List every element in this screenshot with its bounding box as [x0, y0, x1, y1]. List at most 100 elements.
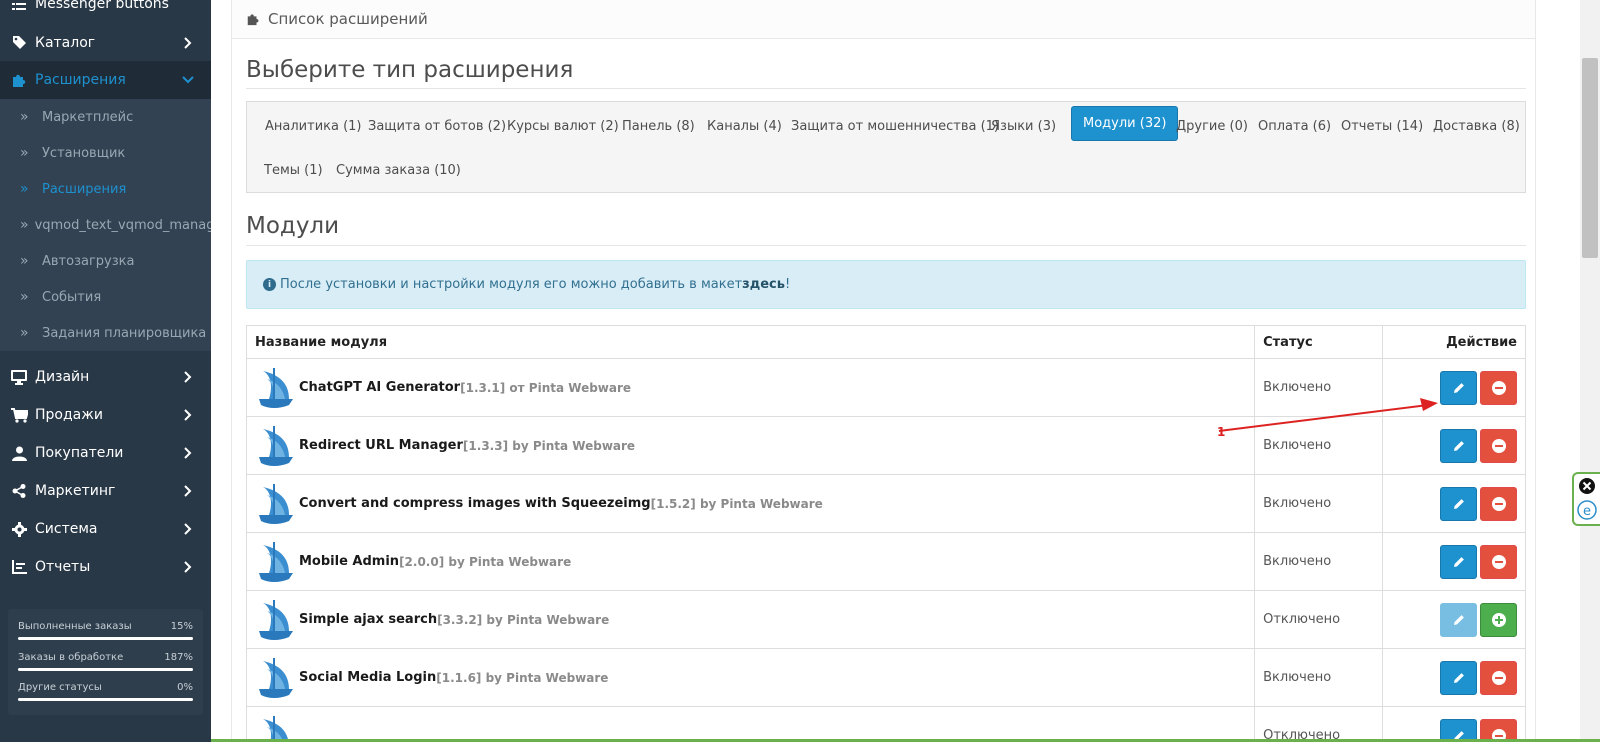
stat-progress-bar	[18, 668, 193, 671]
module-status-cell: Включено	[1254, 532, 1384, 591]
close-circle-icon[interactable]: e	[1574, 474, 1598, 524]
sidebar-subitem-events[interactable]: » События	[0, 279, 211, 315]
tag-icon	[10, 34, 28, 52]
module-version-author: [3.3.2] by Pinta Webware	[437, 612, 610, 627]
module-title: ChatGPT AI Generator	[299, 380, 461, 395]
module-title: Convert and compress images with Squeeze…	[299, 496, 651, 511]
sidebar-subitem-installer[interactable]: » Установщик	[0, 135, 211, 171]
sidebar-item-customers[interactable]: Покупатели	[0, 434, 211, 472]
module-actions-cell	[1382, 706, 1526, 742]
minus-circle-icon	[1491, 670, 1506, 685]
tab-themes[interactable]: Темы (1)	[253, 153, 334, 188]
alert-text: После установки и настройки модуля его м…	[280, 277, 743, 292]
layout-link[interactable]: здесь	[742, 277, 785, 292]
sidebar-item-marketing[interactable]: Маркетинг	[0, 472, 211, 510]
edit-button[interactable]	[1440, 544, 1477, 579]
annotation-arrow	[1218, 398, 1438, 432]
tab-order-total[interactable]: Сумма заказа (10)	[325, 153, 472, 188]
chevron-right-icon	[181, 560, 195, 574]
stat-label: Другие статусы	[18, 682, 102, 693]
table-row: Simple ajax search [3.3.2] by Pinta Webw…	[245, 590, 1526, 649]
tab-payment[interactable]: Оплата (6)	[1247, 109, 1342, 144]
sidebar-subitem-scheduler[interactable]: » Задания планировщика	[0, 315, 211, 351]
tab-feeds[interactable]: Каналы (4)	[696, 109, 793, 144]
tab-currency[interactable]: Курсы валют (2)	[496, 109, 630, 144]
chevron-right-icon	[181, 370, 195, 384]
edit-button[interactable]	[1440, 602, 1477, 637]
plus-circle-icon	[1491, 612, 1506, 627]
col-header-status[interactable]: Статус	[1254, 325, 1384, 359]
module-title: Social Media Login	[299, 670, 437, 685]
divider	[246, 245, 1526, 246]
tab-other[interactable]: Другие (0)	[1165, 109, 1259, 144]
sidebar-subitem-autoload[interactable]: » Автозагрузка	[0, 243, 211, 279]
order-stats-panel: Выполненные заказы 15% Заказы в обработк…	[8, 609, 203, 715]
sidebar-item-label: Отчеты	[35, 559, 91, 575]
sidebar-item-messenger-buttons[interactable]: Messenger buttons	[0, 0, 211, 14]
module-status-cell: Включено	[1254, 474, 1384, 533]
tab-shipping[interactable]: Доставка (8)	[1422, 109, 1531, 144]
scrollbar-thumb[interactable]	[1582, 58, 1598, 258]
module-title: Redirect URL Manager	[299, 438, 463, 453]
minus-circle-icon	[1491, 496, 1506, 511]
col-header-name[interactable]: Название модуля	[245, 325, 1256, 359]
edit-button[interactable]	[1440, 486, 1477, 521]
tab-dashboard[interactable]: Панель (8)	[611, 109, 706, 144]
sidebar-item-label: Маркетинг	[35, 483, 116, 499]
module-actions-cell	[1382, 474, 1526, 533]
module-status: Отключено	[1263, 612, 1341, 627]
uninstall-button[interactable]	[1480, 428, 1517, 463]
minus-circle-icon	[1491, 380, 1506, 395]
uninstall-button[interactable]	[1480, 544, 1517, 579]
stat-progress-bar	[18, 698, 193, 701]
tab-languages[interactable]: Языки (3)	[980, 109, 1067, 144]
sidebar-item-label: Расширения	[35, 72, 126, 88]
module-name: Mobile Admin [2.0.0] by Pinta Webware	[255, 539, 1246, 585]
module-logo-icon	[259, 367, 293, 408]
module-logo-icon	[263, 715, 289, 742]
sidebar-item-label: Система	[35, 521, 98, 537]
sidebar-item-reports[interactable]: Отчеты	[0, 548, 211, 586]
double-chevron-icon: »	[20, 181, 29, 197]
tab-captcha[interactable]: Защита от ботов (2)	[357, 109, 517, 144]
module-title: Simple ajax search	[299, 612, 438, 627]
module-name-cell: Mobile Admin [2.0.0] by Pinta Webware	[245, 532, 1256, 591]
action-buttons	[1391, 602, 1517, 637]
desktop-icon	[10, 368, 28, 386]
bar-chart-icon	[10, 558, 28, 576]
double-chevron-icon: »	[20, 253, 29, 269]
edit-button[interactable]	[1440, 660, 1477, 695]
stat-progress-bar	[18, 637, 193, 640]
tab-modules[interactable]: Модули (32)	[1071, 106, 1179, 141]
sidebar-item-system[interactable]: Система	[0, 510, 211, 548]
chevron-right-icon	[181, 36, 195, 50]
sidebar-item-catalog[interactable]: Каталог	[0, 24, 211, 61]
info-icon: i	[263, 278, 276, 291]
tab-reports[interactable]: Отчеты (14)	[1330, 109, 1434, 144]
sidebar-item-sales[interactable]: Продажи	[0, 396, 211, 434]
puzzle-icon	[246, 12, 260, 26]
pencil-icon	[1453, 556, 1464, 567]
info-alert: i После установки и настройки модуля его…	[246, 260, 1526, 309]
uninstall-button[interactable]	[1480, 486, 1517, 521]
cart-icon	[10, 406, 28, 424]
tab-fraud[interactable]: Защита от мошенничества (1)	[780, 109, 1010, 144]
sidebar-subitem-extensions[interactable]: » Расширения	[0, 171, 211, 207]
section-title: Модули	[246, 213, 340, 239]
uninstall-button[interactable]	[1480, 660, 1517, 695]
sidebar-subitem-vqmod[interactable]: » vqmod_text_vqmod_manager	[0, 207, 211, 243]
sidebar-item-design[interactable]: Дизайн	[0, 358, 211, 396]
gear-icon	[10, 520, 28, 538]
browser-extension-widget[interactable]: e	[1572, 472, 1600, 526]
sidebar-item-extensions[interactable]: Расширения	[0, 61, 211, 99]
uninstall-button[interactable]	[1480, 370, 1517, 405]
install-button[interactable]	[1480, 602, 1517, 637]
module-status: Включено	[1263, 438, 1332, 453]
tab-analytics[interactable]: Аналитика (1)	[254, 109, 373, 144]
action-buttons	[1391, 544, 1517, 579]
chevron-down-icon	[181, 73, 195, 87]
user-icon	[10, 444, 28, 462]
module-status: Включено	[1263, 496, 1332, 511]
sidebar-subitem-marketplace[interactable]: » Маркетплейс	[0, 99, 211, 135]
table-row: Отключено	[245, 706, 1526, 742]
